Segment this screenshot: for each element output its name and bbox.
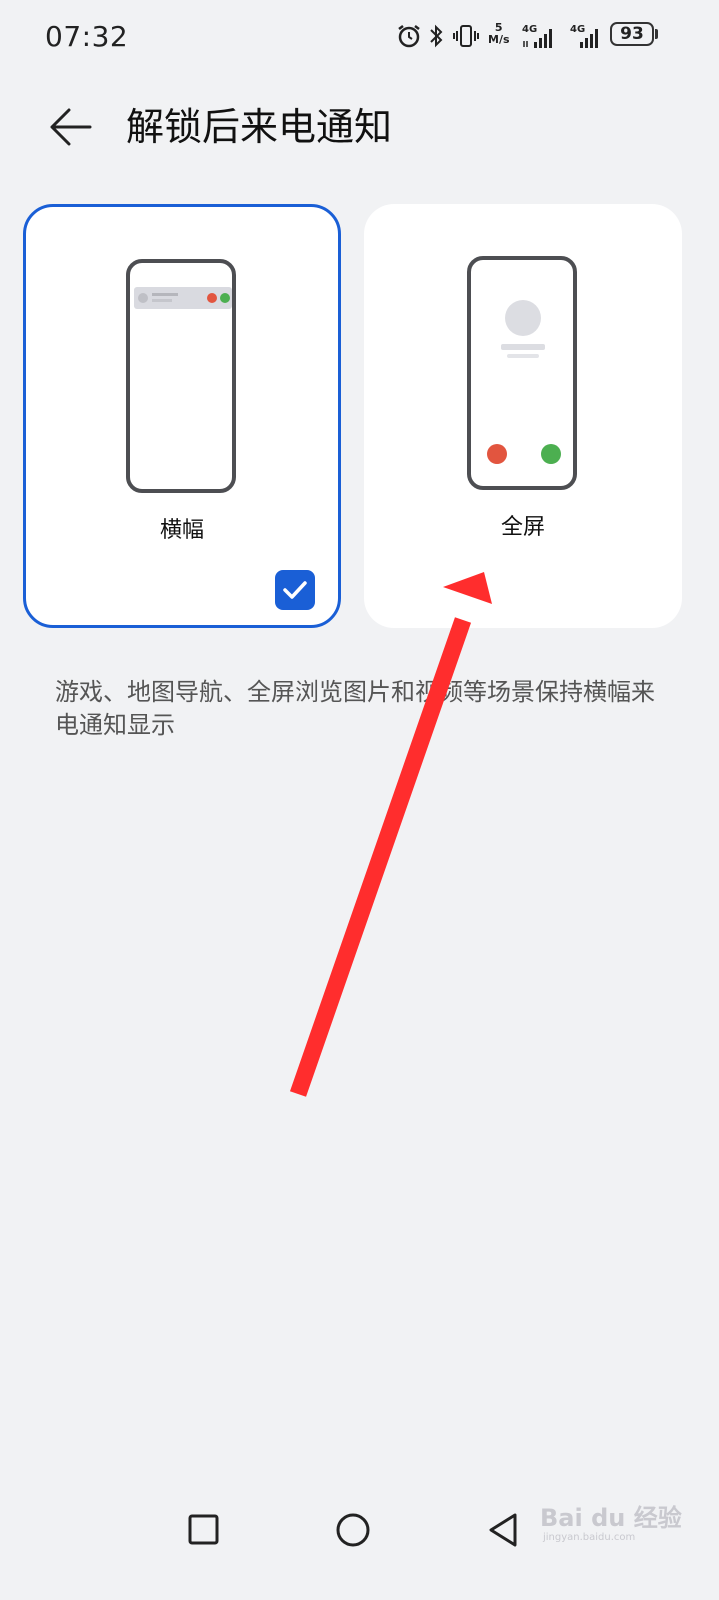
fullscreen-phone-illustration [467, 256, 577, 490]
battery-icon: 93 [610, 22, 654, 46]
bluetooth-icon [430, 24, 443, 48]
option-fullscreen-card[interactable]: 全屏 [364, 204, 682, 628]
avatar [138, 293, 148, 303]
accept-icon [541, 444, 561, 464]
home-icon [336, 1513, 370, 1547]
alarm-icon [398, 25, 420, 48]
home-button[interactable] [331, 1508, 375, 1552]
watermark: Bai du 经验 [540, 1504, 682, 1532]
option-label: 横幅 [159, 518, 204, 543]
signal-icon [580, 29, 598, 48]
accept-icon [220, 293, 230, 303]
status-time: 07:32 [45, 20, 129, 53]
net-speed: 5 M/s [488, 22, 510, 46]
back-button[interactable] [44, 100, 100, 154]
text-line [152, 293, 178, 296]
text-line [152, 299, 172, 302]
net-speed-unit: M/s [488, 33, 510, 46]
status-bar: 07:32 5 M/s 4G 4G 93 [0, 0, 719, 74]
caller-number-line [507, 354, 539, 358]
status-icons: 5 M/s 4G 4G 93 [396, 18, 696, 54]
vibrate-icon [453, 25, 479, 47]
arrow-left-icon [50, 108, 92, 146]
banner-phone-illustration [126, 259, 236, 493]
recent-apps-button[interactable] [182, 1508, 226, 1552]
battery-tip [655, 29, 658, 39]
watermark-sub: jingyan.baidu.com [543, 1532, 636, 1543]
option-label: 全屏 [500, 515, 545, 540]
page-title: 解锁后来电通知 [126, 105, 393, 149]
decline-icon [207, 293, 217, 303]
nav-back-button[interactable] [482, 1508, 526, 1552]
back-icon [489, 1513, 517, 1547]
selected-checkbox[interactable] [275, 570, 315, 610]
option-banner-card[interactable]: 横幅 [23, 204, 341, 628]
banner-notification-preview [134, 287, 232, 309]
signal-icon [523, 29, 552, 48]
recent-apps-icon [188, 1514, 219, 1545]
decline-icon [487, 444, 507, 464]
option-description: 游戏、地图导航、全屏浏览图片和视频等场景保持横幅来电通知显示 [55, 678, 655, 739]
caller-name-line [501, 344, 545, 350]
checkmark-icon [283, 581, 307, 599]
caller-avatar [505, 300, 541, 336]
